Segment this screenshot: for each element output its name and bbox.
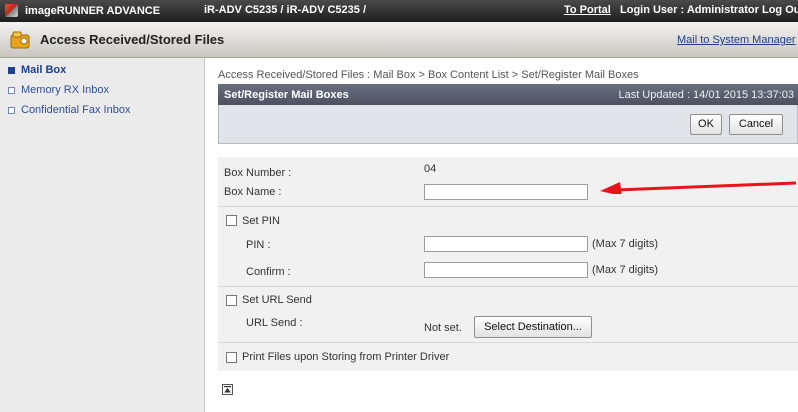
- set-url-send-checkbox[interactable]: [226, 295, 237, 306]
- pin-hint: (Max 7 digits): [592, 238, 659, 250]
- confirm-hint: (Max 7 digits): [592, 264, 659, 276]
- sidebar: Mail Box Memory RX Inbox Confidential Fa…: [0, 58, 205, 412]
- top-bar: imageRUNNER ADVANCE iR-ADV C5235 / iR-AD…: [0, 0, 798, 22]
- panel-toolbar: OK Cancel: [218, 105, 798, 144]
- title-bar: Access Received/Stored Files Mail to Sys…: [0, 22, 798, 58]
- page-title: Access Received/Stored Files: [40, 32, 225, 47]
- device-name: iR-ADV C5235 / iR-ADV C5235 /: [204, 4, 366, 16]
- divider: [218, 206, 798, 207]
- mail-to-system-manager-link[interactable]: Mail to System Manager: [677, 34, 796, 46]
- box-name-label: Box Name :: [224, 186, 282, 198]
- url-send-label: URL Send :: [246, 317, 303, 329]
- box-number-value: 04: [424, 163, 437, 175]
- divider: [218, 342, 798, 343]
- sidebar-item-label: Memory RX Inbox: [21, 84, 110, 96]
- breadcrumb: Access Received/Stored Files : Mail Box …: [218, 69, 639, 81]
- confirm-label: Confirm :: [246, 266, 291, 278]
- confirm-pin-input[interactable]: [424, 262, 588, 278]
- cancel-button[interactable]: Cancel: [729, 114, 783, 135]
- to-portal-link[interactable]: To Portal: [564, 4, 611, 16]
- red-arrow-annotation-icon: [600, 181, 797, 194]
- sidebar-item-label: Mail Box: [21, 64, 67, 76]
- sidebar-item-label: Confidential Fax Inbox: [21, 104, 131, 116]
- ok-button[interactable]: OK: [690, 114, 722, 135]
- set-pin-checkbox[interactable]: [226, 215, 237, 226]
- bullet-icon: [8, 106, 15, 114]
- login-user-info[interactable]: Login User : Administrator Log Out: [620, 4, 798, 16]
- main-content: Access Received/Stored Files : Mail Box …: [206, 58, 798, 412]
- panel-header: Set/Register Mail Boxes Last Updated : 1…: [218, 84, 798, 105]
- box-name-input[interactable]: [424, 184, 588, 200]
- pin-label: PIN :: [246, 239, 271, 251]
- sidebar-item-memory-rx-inbox[interactable]: Memory RX Inbox: [8, 84, 109, 96]
- divider: [218, 286, 798, 287]
- select-destination-button[interactable]: Select Destination...: [474, 316, 592, 338]
- url-send-value: Not set.: [424, 322, 462, 334]
- print-files-checkbox[interactable]: [226, 352, 237, 363]
- canon-logo-icon: [5, 4, 18, 17]
- box-number-label: Box Number :: [224, 167, 292, 179]
- pin-input[interactable]: [424, 236, 588, 252]
- bullet-icon: [8, 66, 15, 74]
- panel-title: Set/Register Mail Boxes: [224, 89, 349, 101]
- back-to-top-icon[interactable]: [222, 384, 233, 395]
- sidebar-item-confidential-fax-inbox[interactable]: Confidential Fax Inbox: [8, 104, 130, 116]
- last-updated: Last Updated : 14/01 2015 13:37:03: [618, 89, 794, 101]
- set-pin-label: Set PIN: [242, 215, 280, 227]
- brand: imageRUNNER ADVANCE: [5, 4, 160, 17]
- bullet-icon: [8, 86, 15, 94]
- sidebar-item-mail-box[interactable]: Mail Box: [8, 64, 66, 76]
- print-files-label: Print Files upon Storing from Printer Dr…: [242, 351, 450, 363]
- set-url-send-label: Set URL Send: [242, 294, 312, 306]
- folder-box-icon: [10, 31, 30, 49]
- brand-name: imageRUNNER ADVANCE: [25, 4, 161, 17]
